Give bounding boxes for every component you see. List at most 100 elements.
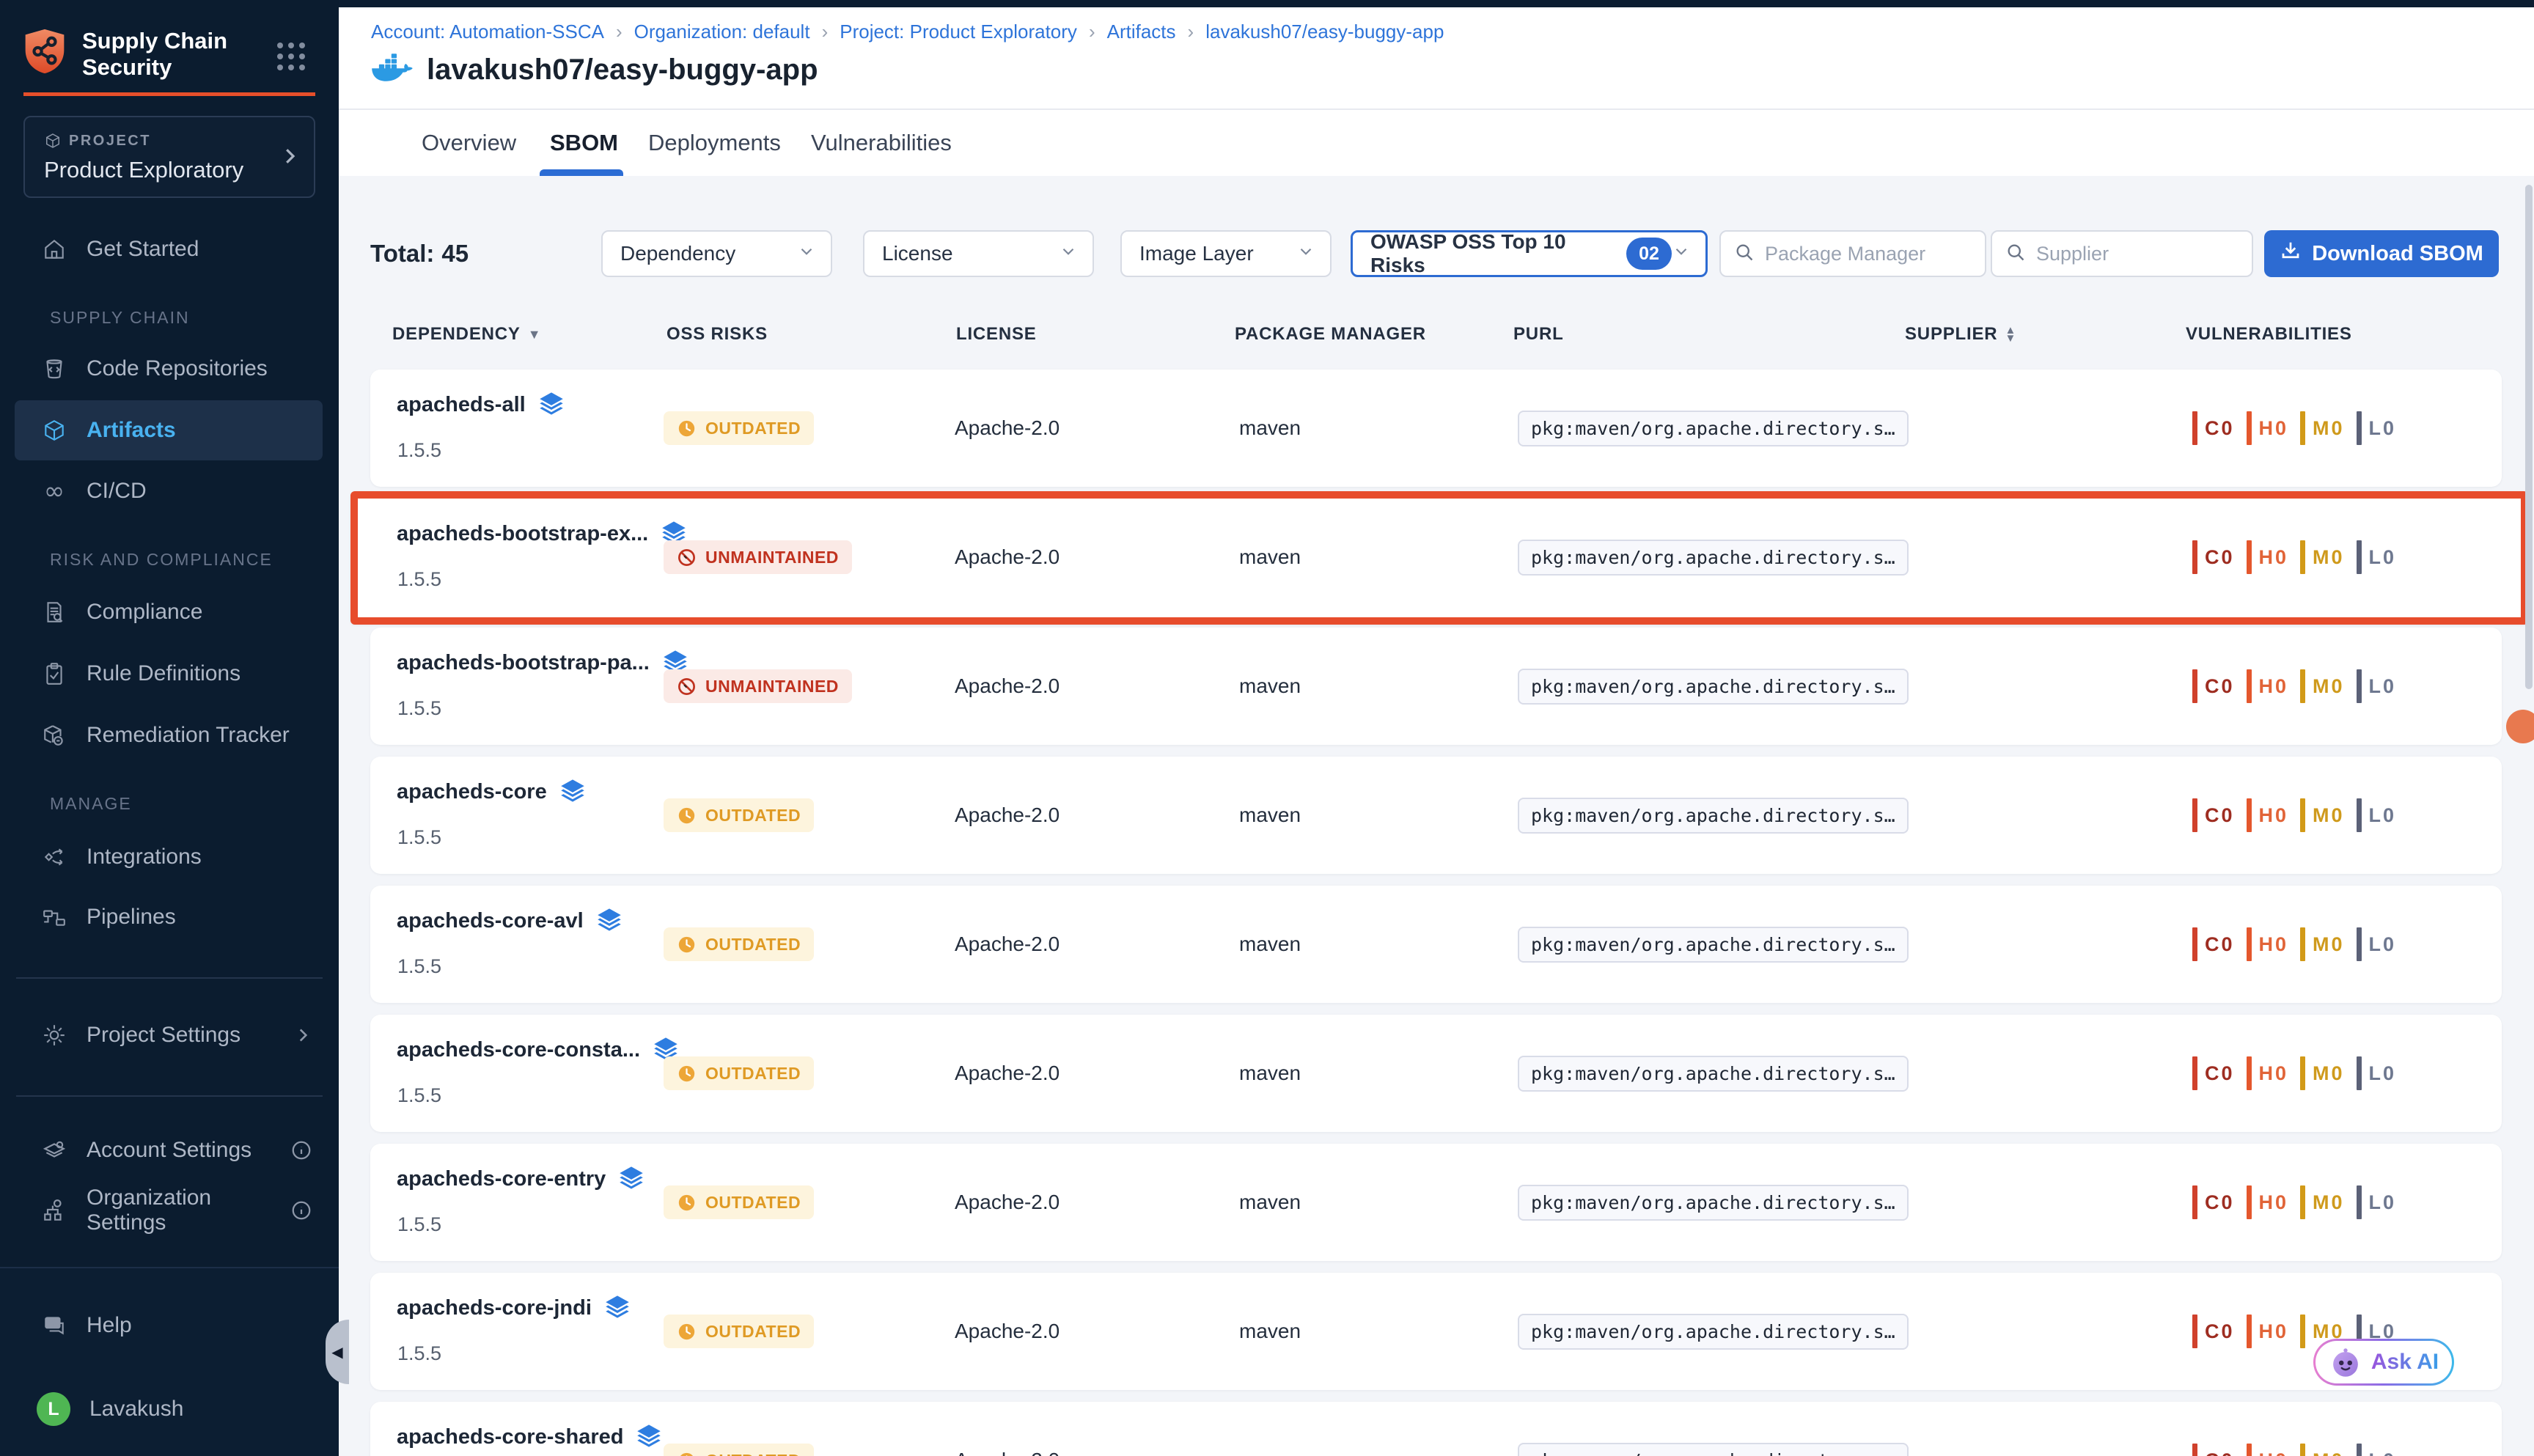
sidebar-item-organization-settings[interactable]: Organization Settings <box>15 1184 323 1237</box>
table-row[interactable]: apacheds-core-avl 1.5.5 OUTDATED Apache-… <box>339 886 2534 1003</box>
account-layers-icon <box>41 1137 67 1163</box>
clipboard-check-icon <box>41 661 67 687</box>
scrollbar-thumb[interactable] <box>2525 185 2533 689</box>
vuln-count-L: L0 <box>2357 927 2397 961</box>
dependency-name[interactable]: apacheds-core <box>397 776 588 808</box>
vuln-count-H: H0 <box>2247 1056 2289 1090</box>
dependency-version: 1.5.5 <box>397 952 441 981</box>
vuln-count-M: M0 <box>2300 1185 2345 1219</box>
purl-value[interactable]: pkg:maven/org.apache.directory.s… <box>1518 1315 1909 1348</box>
table-row[interactable]: apacheds-core 1.5.5 OUTDATED Apache-2.0 … <box>339 757 2534 874</box>
vuln-count-H: H0 <box>2247 669 2289 703</box>
project-name: Product Exploratory <box>44 157 243 183</box>
home-icon <box>41 236 67 262</box>
vuln-count-M: M0 <box>2300 411 2345 445</box>
vuln-count-M: M0 <box>2300 927 2345 961</box>
vuln-count-H: H0 <box>2247 927 2289 961</box>
app-switcher-icon[interactable] <box>277 43 306 72</box>
table-row[interactable]: apacheds-bootstrap-ex... 1.5.5 UNMAINTAI… <box>339 499 2534 616</box>
vuln-count-M: M0 <box>2300 1056 2345 1090</box>
svg-text:?: ? <box>50 1318 55 1328</box>
purl-value[interactable]: pkg:maven/org.apache.directory.s… <box>1518 1444 1909 1456</box>
license-value: Apache-2.0 <box>955 1444 1059 1456</box>
sidebar-item-project-settings[interactable]: Project Settings <box>15 1009 323 1062</box>
sidebar-divider <box>16 977 323 979</box>
dependency-name[interactable]: apacheds-all <box>397 389 567 421</box>
package-manager-value: maven <box>1239 1056 1301 1090</box>
dependency-name[interactable]: apacheds-core-jndi <box>397 1292 633 1324</box>
dependency-name[interactable]: apacheds-core-shared <box>397 1421 664 1453</box>
ask-ai-button[interactable]: Ask AI <box>2313 1339 2454 1386</box>
package-manager-value: maven <box>1239 1185 1301 1219</box>
sidebar-item-code-repositories[interactable]: Code Repositories <box>15 342 323 395</box>
artifacts-cube-icon <box>41 417 67 444</box>
table-row[interactable]: apacheds-all 1.5.5 OUTDATED Apache-2.0 m… <box>339 369 2534 487</box>
user-menu[interactable]: L Lavakush <box>15 1383 323 1435</box>
dependency-name[interactable]: apacheds-core-consta... <box>397 1034 681 1066</box>
sidebar-section-manage: MANAGE <box>50 794 132 816</box>
layers-icon <box>602 1293 633 1323</box>
layers-icon <box>594 905 625 936</box>
sidebar-item-remediation-tracker[interactable]: Remediation Tracker <box>15 709 323 762</box>
info-icon <box>290 1199 312 1221</box>
dependency-name[interactable]: apacheds-core-entry <box>397 1163 647 1195</box>
table-row[interactable]: apacheds-core-shared 1.5.5 OUTDATED Apac… <box>339 1402 2534 1456</box>
purl-value[interactable]: pkg:maven/org.apache.directory.s… <box>1518 669 1909 703</box>
sidebar-item-compliance[interactable]: Compliance <box>15 586 323 639</box>
remediation-box-icon <box>41 722 67 749</box>
vuln-count-L: L0 <box>2357 798 2397 832</box>
vuln-count-L: L0 <box>2357 1185 2397 1219</box>
dependency-name[interactable]: apacheds-bootstrap-ex... <box>397 518 689 550</box>
vuln-count-H: H0 <box>2247 1185 2289 1219</box>
sidebar-item-help[interactable]: ? Help <box>15 1299 323 1352</box>
vuln-count-C: C0 <box>2192 411 2235 445</box>
vuln-count-M: M0 <box>2300 669 2345 703</box>
purl-value[interactable]: pkg:maven/org.apache.directory.s… <box>1518 1056 1909 1090</box>
vuln-count-L: L0 <box>2357 411 2397 445</box>
logo-underline <box>23 92 315 96</box>
vulnerability-counts: C0H0M0L0 <box>2192 927 2396 961</box>
sidebar-section-risk-compliance: RISK AND COMPLIANCE <box>50 550 273 572</box>
info-icon <box>290 1139 312 1161</box>
purl-value[interactable]: pkg:maven/org.apache.directory.s… <box>1518 927 1909 961</box>
package-manager-value: maven <box>1239 1444 1301 1456</box>
table-row[interactable]: apacheds-core-consta... 1.5.5 OUTDATED A… <box>339 1015 2534 1132</box>
table-row[interactable]: apacheds-core-jndi 1.5.5 OUTDATED Apache… <box>339 1273 2534 1390</box>
table-row[interactable]: apacheds-core-entry 1.5.5 OUTDATED Apach… <box>339 1144 2534 1261</box>
vuln-count-L: L0 <box>2357 540 2397 574</box>
purl-value[interactable]: pkg:maven/org.apache.directory.s… <box>1518 1185 1909 1219</box>
sidebar-item-pipelines[interactable]: Pipelines <box>15 891 323 944</box>
sidebar-item-get-started[interactable]: Get Started <box>15 223 323 276</box>
purl-value[interactable]: pkg:maven/org.apache.directory.s… <box>1518 540 1909 574</box>
sidebar-item-rule-definitions[interactable]: Rule Definitions <box>15 647 323 700</box>
oss-risk-badge: OUTDATED <box>664 1444 814 1456</box>
dependency-name[interactable]: apacheds-bootstrap-pa... <box>397 647 691 679</box>
notification-dot[interactable] <box>2506 710 2534 743</box>
oss-risk-badge: OUTDATED <box>664 1056 814 1090</box>
vuln-count-H: H0 <box>2247 411 2289 445</box>
chevron-right-icon <box>279 145 301 167</box>
purl-value[interactable]: pkg:maven/org.apache.directory.s… <box>1518 411 1909 445</box>
sidebar-item-cicd[interactable]: ∞ CI/CD <box>15 465 323 518</box>
layers-icon <box>616 1163 647 1194</box>
package-manager-value: maven <box>1239 927 1301 961</box>
vuln-count-C: C0 <box>2192 1315 2235 1348</box>
license-value: Apache-2.0 <box>955 669 1059 703</box>
purl-value[interactable]: pkg:maven/org.apache.directory.s… <box>1518 798 1909 832</box>
infinity-icon: ∞ <box>41 478 67 504</box>
layers-icon <box>557 776 588 807</box>
vuln-count-L: L0 <box>2357 669 2397 703</box>
project-label: PROJECT <box>69 133 151 150</box>
vuln-count-C: C0 <box>2192 1444 2235 1456</box>
sidebar: Supply Chain Security PROJECT Product Ex… <box>0 0 339 1456</box>
vuln-count-L: L0 <box>2357 1056 2397 1090</box>
vuln-count-C: C0 <box>2192 798 2235 832</box>
sidebar-item-integrations[interactable]: Integrations <box>15 831 323 883</box>
gear-icon <box>41 1022 67 1048</box>
dependency-name[interactable]: apacheds-core-avl <box>397 905 625 937</box>
sidebar-item-account-settings[interactable]: Account Settings <box>15 1124 323 1177</box>
sidebar-item-artifacts[interactable]: Artifacts <box>15 400 323 460</box>
ai-robot-icon <box>2329 1345 2362 1379</box>
table-row[interactable]: apacheds-bootstrap-pa... 1.5.5 UNMAINTAI… <box>339 628 2534 745</box>
project-selector[interactable]: PROJECT Product Exploratory <box>23 116 315 198</box>
